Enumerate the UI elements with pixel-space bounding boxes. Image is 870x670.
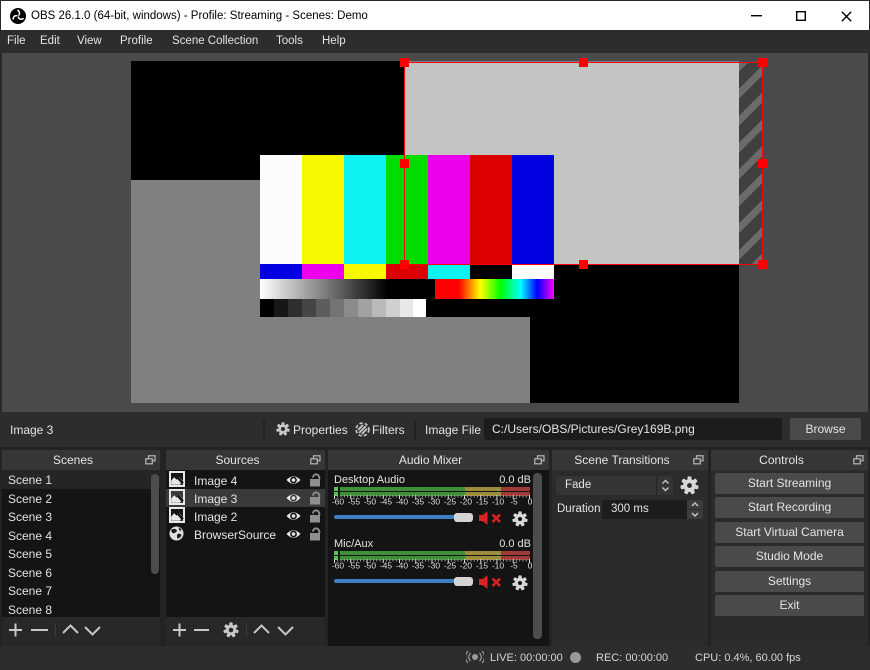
svg-text:-35: -35: [412, 496, 425, 506]
svg-text:-25: -25: [444, 560, 457, 570]
svg-text:-50: -50: [364, 496, 377, 506]
svg-text:-30: -30: [428, 560, 441, 570]
svg-text:-15: -15: [476, 560, 489, 570]
svg-text:-5: -5: [510, 496, 518, 506]
svg-text:-60: -60: [332, 560, 345, 570]
svg-text:-55: -55: [348, 496, 361, 506]
svg-text:-30: -30: [428, 496, 441, 506]
svg-text:-40: -40: [396, 496, 409, 506]
svg-text:-45: -45: [380, 560, 393, 570]
svg-text:-10: -10: [492, 560, 505, 570]
svg-text:-40: -40: [396, 560, 409, 570]
svg-text:-15: -15: [476, 496, 489, 506]
svg-text:-10: -10: [492, 496, 505, 506]
svg-text:-55: -55: [348, 560, 361, 570]
svg-text:-35: -35: [412, 560, 425, 570]
svg-text:-25: -25: [444, 496, 457, 506]
svg-text:0: 0: [528, 560, 533, 570]
svg-text:-5: -5: [510, 560, 518, 570]
svg-text:-50: -50: [364, 560, 377, 570]
svg-text:0: 0: [528, 496, 533, 506]
svg-text:-45: -45: [380, 496, 393, 506]
svg-text:-20: -20: [460, 560, 473, 570]
svg-text:-60: -60: [332, 496, 345, 506]
svg-text:-20: -20: [460, 496, 473, 506]
